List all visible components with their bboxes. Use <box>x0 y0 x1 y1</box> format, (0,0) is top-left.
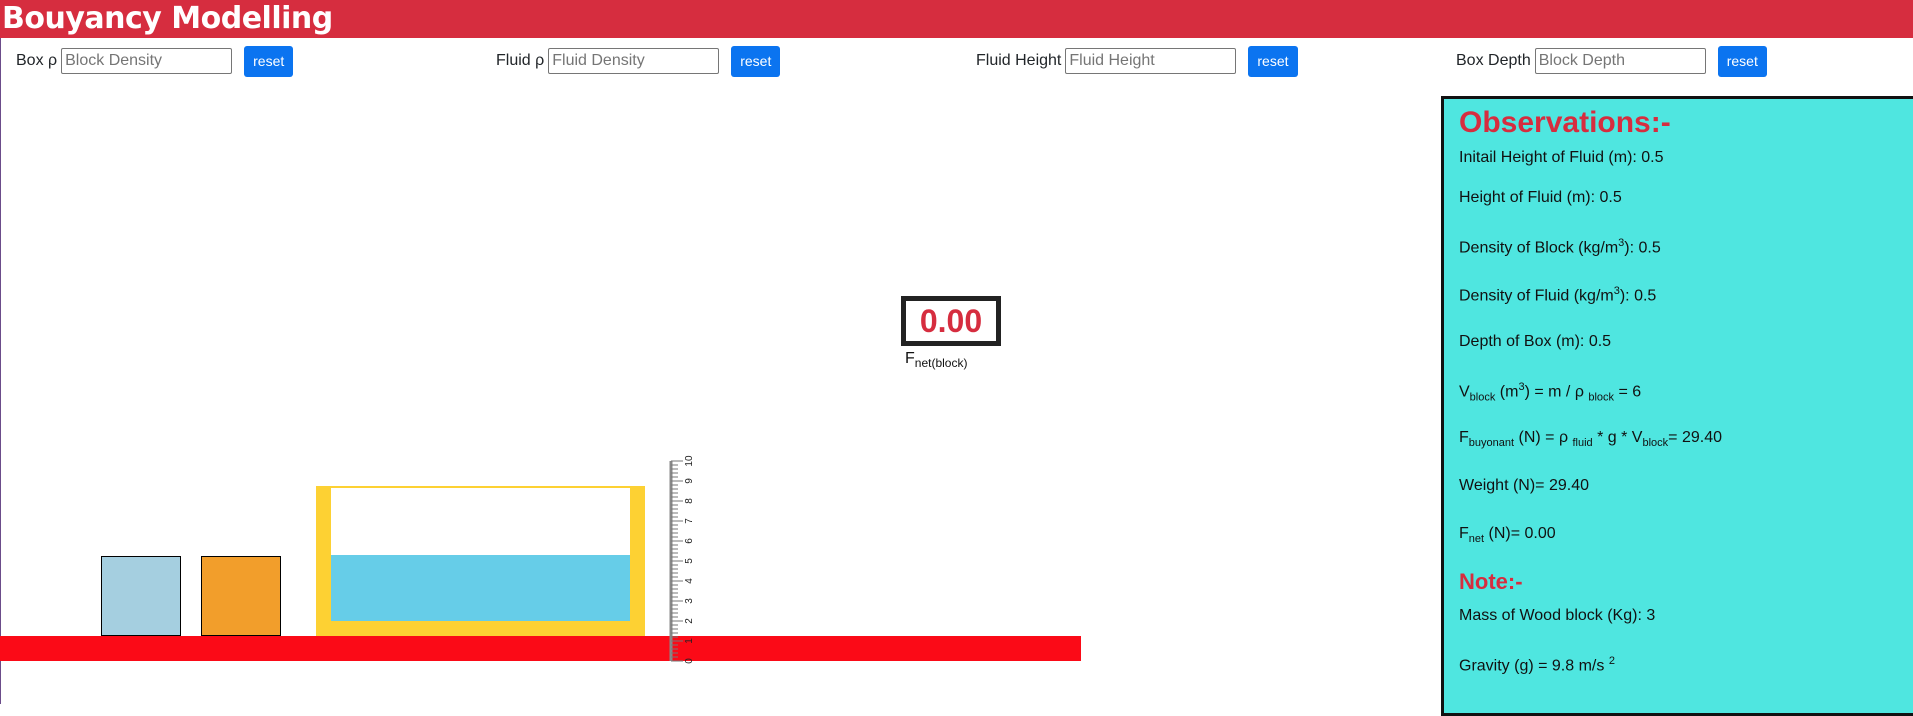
gravity: Gravity (g) = 9.8 m/s 2 <box>1459 655 1615 675</box>
block-density-value: 0.5 <box>1638 239 1661 257</box>
box-density-label: Box ρ <box>16 52 58 69</box>
initial-fluid-height-value: 0.5 <box>1641 149 1664 166</box>
wood-block[interactable] <box>101 556 181 636</box>
block-volume-v: V <box>1459 383 1470 401</box>
ruler-tick-label: 0 <box>684 658 695 664</box>
net-force-label: Fnet(block) <box>905 350 967 370</box>
height-ruler: 0 1 2 3 4 5 6 7 8 9 10 <box>669 455 695 664</box>
wood-block-mass: Mass of Wood block (Kg): 3 <box>1459 607 1655 625</box>
fluid-density-input[interactable] <box>548 48 720 74</box>
ruler-tick-label: 4 <box>684 578 695 584</box>
fluid-height: Height of Fluid (m): 0.5 <box>1459 189 1622 207</box>
fluid-density-reset-button[interactable]: reset <box>731 45 781 77</box>
block-density-text-end: ): <box>1624 239 1639 257</box>
buoyant-force-rho-sub: fluid <box>1572 437 1593 450</box>
buoyant-force-eq: = <box>1668 429 1682 446</box>
buoyant-force-value: 29.40 <box>1681 429 1723 446</box>
weight-text: Weight (N)= <box>1459 477 1549 494</box>
ruler-tick-label: 8 <box>684 498 695 504</box>
box-depth-label: Box Depth <box>1456 52 1531 69</box>
gravity-sup: 2 <box>1608 655 1615 667</box>
fluid-height-label: Fluid Height <box>976 52 1062 69</box>
box-density-control: Box ρ reset <box>16 45 294 77</box>
box-depth-control: Box Depth reset <box>1456 45 1767 77</box>
block-density-reset-button[interactable]: reset <box>244 45 294 77</box>
fluid <box>331 555 630 621</box>
block-volume-value: 6 <box>1632 383 1642 401</box>
ruler-tick-label: 9 <box>684 478 695 484</box>
net-force: Fnet (N)= 0.00 <box>1459 525 1556 545</box>
ruler-tick-label: 1 <box>684 638 695 644</box>
gravity-text: Gravity (g) = 9.8 m/s <box>1459 657 1609 675</box>
net-force-f: F <box>1459 525 1469 542</box>
fluid-density-text-end: ): <box>1619 287 1635 305</box>
buoyant-force: Fbuyonant (N) = ρ fluid * g * Vblock= 29… <box>1459 429 1722 449</box>
net-force-display: 0.00 <box>901 296 1001 346</box>
fluid-height-text: Height of Fluid (m): <box>1459 189 1600 206</box>
block-volume-eq: = <box>1614 383 1633 401</box>
ruler-tick-label: 6 <box>684 538 695 544</box>
orange-block[interactable] <box>201 556 281 636</box>
ruler-tick-label: 2 <box>684 618 695 624</box>
block-volume-rho-sub: block <box>1588 391 1615 404</box>
fluid-height-reset-button[interactable]: reset <box>1248 45 1298 77</box>
fluid-density-control: Fluid ρ reset <box>496 45 781 77</box>
fluid-density-text: Density of Fluid (kg/m <box>1459 287 1614 305</box>
ground <box>0 636 1081 661</box>
block-volume-v-sub: block <box>1469 391 1496 404</box>
buoyant-force-v-sub: block <box>1642 437 1669 450</box>
ruler-tick-label: 10 <box>684 455 695 467</box>
initial-fluid-height-label: Initail Height of Fluid (m): <box>1459 149 1642 166</box>
buoyant-force-mid: (N) = ρ <box>1514 429 1573 446</box>
block-volume: Vblock (m3) = m / ρ block = 6 <box>1459 381 1641 404</box>
net-force-value: 0.00 <box>1524 525 1556 542</box>
ruler-tick-label: 5 <box>684 558 695 564</box>
weight: Weight (N)= 29.40 <box>1459 477 1589 495</box>
block-density-input[interactable] <box>61 48 233 74</box>
block-volume-mid: (m <box>1495 383 1519 401</box>
block-depth-reset-button[interactable]: reset <box>1717 45 1767 77</box>
wood-block-mass-text: Mass of Wood block (Kg): <box>1459 607 1647 624</box>
fluid-density: Density of Fluid (kg/m3): 0.5 <box>1459 285 1656 305</box>
fluid-height-control: Fluid Height reset <box>976 45 1298 77</box>
box-depth-text: Depth of Box (m): <box>1459 333 1589 350</box>
note-heading: Note:- <box>1459 569 1523 594</box>
fluid-density-value: 0.5 <box>1634 287 1657 305</box>
weight-value: 29.40 <box>1548 477 1589 494</box>
block-volume-mid2: ) = m / ρ <box>1524 383 1589 401</box>
fluid-density-label: Fluid ρ <box>496 52 545 69</box>
net-force-label-f: F <box>905 350 915 367</box>
initial-fluid-height: Initail Height of Fluid (m): 0.5 <box>1459 149 1664 167</box>
block-depth-input[interactable] <box>1534 48 1706 74</box>
buoyant-force-mid2: * g * V <box>1592 429 1643 446</box>
net-force-label-sub: net(block) <box>914 356 968 371</box>
ruler-tick-label: 7 <box>684 518 695 524</box>
observations-heading: Observations:- <box>1459 106 1671 139</box>
block-density: Density of Block (kg/m3): 0.5 <box>1459 237 1661 257</box>
net-force-text: (N)= <box>1484 525 1525 542</box>
ruler-tick-label: 3 <box>684 598 695 604</box>
box-depth-value: 0.5 <box>1588 333 1612 350</box>
wood-block-mass-value: 3 <box>1646 607 1656 624</box>
net-force-f-sub: net <box>1468 533 1485 546</box>
app-title: Bouyancy Modelling <box>0 0 1913 38</box>
buoyant-force-f-sub: buyonant <box>1468 437 1515 450</box>
buoyant-force-f: F <box>1459 429 1469 446</box>
box-depth: Depth of Box (m): 0.5 <box>1459 333 1611 351</box>
page-left-border <box>0 38 1 704</box>
fluid-height-input[interactable] <box>1065 48 1237 74</box>
block-density-text: Density of Block (kg/m <box>1459 239 1619 257</box>
fluid-height-value: 0.5 <box>1599 189 1622 206</box>
observations-panel: Observations:- Initail Height of Fluid (… <box>1441 96 1913 716</box>
